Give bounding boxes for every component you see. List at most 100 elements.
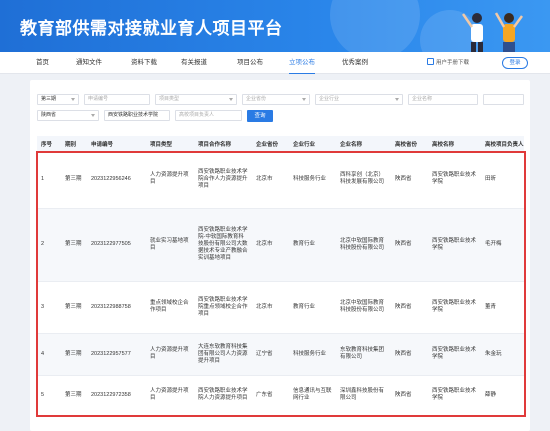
cell-enterprise-name: 东软教育科技集团有限公司 [336, 333, 391, 376]
project-type-placeholder: 项目类型 [159, 96, 180, 102]
table-row[interactable]: 5 第三期 2023122972358 人力资源提升项目 西安铁路职业技术学院人… [37, 375, 524, 416]
search-button[interactable]: 查询 [247, 110, 273, 122]
table-header-row: 序号 期别 申请编号 项目类型 项目合作名称 企业省份 企业行业 企业名称 高校… [37, 136, 524, 151]
application-no-placeholder: 申请编号 [88, 96, 109, 102]
col-header-university-leader: 高校项目负责人 [481, 136, 524, 151]
cell-period: 第三期 [61, 208, 87, 282]
cell-university-name: 西安铁路职业技术学院 [428, 333, 481, 376]
cell-university-leader: 董青 [481, 281, 524, 334]
cell-project-type: 就业实习基地项目 [146, 208, 194, 282]
cell-university-name: 西安铁路职业技术学院 [428, 281, 481, 334]
cell-period: 第三期 [61, 375, 87, 416]
chevron-down-icon [229, 98, 233, 101]
cell-project-type: 人力资源提升项目 [146, 151, 194, 209]
col-header-index: 序号 [37, 136, 61, 151]
cell-enterprise-province: 广东省 [252, 375, 289, 416]
period-select[interactable]: 第三期 [37, 94, 79, 105]
cell-university-province: 陕西省 [391, 375, 428, 416]
person-illustration-icon [494, 12, 524, 52]
nav-item-approved-projects[interactable]: 立项公布 [289, 52, 315, 74]
cell-project-name: 大连东软教育科技集团有限公司人力资源提升项目 [194, 333, 252, 376]
table-row[interactable]: 1 第三期 2023122956246 人力资源提升项目 西安铁路职业技术学院合… [37, 151, 524, 209]
header-decoration [330, 0, 420, 52]
cell-university-name: 西安铁路职业技术学院 [428, 375, 481, 416]
cell-index: 1 [37, 151, 61, 209]
enterprise-industry-placeholder: 企业行业 [319, 96, 340, 102]
cell-enterprise-name: 北京中软国际教育科技股份有限公司 [336, 208, 391, 282]
university-leader-input[interactable]: 高校项目负责人 [175, 110, 242, 121]
cell-university-province: 陕西省 [391, 151, 428, 209]
university-province-value: 陕西省 [41, 112, 57, 118]
nav-item-notices[interactable]: 通知文件 [76, 52, 102, 74]
table-row[interactable]: 2 第三期 2023122977505 就业实习基地项目 西安铁路职业技术学院-… [37, 208, 524, 282]
period-value: 第三期 [41, 96, 57, 102]
chevron-down-icon [91, 114, 95, 117]
application-no-input[interactable]: 申请编号 [84, 94, 150, 105]
table-row[interactable]: 3 第三期 2023122988758 重点领域校企合作项目 西安铁路职业技术学… [37, 281, 524, 334]
project-type-select[interactable]: 项目类型 [155, 94, 237, 105]
cell-application-no: 2023122956246 [87, 151, 146, 209]
cell-enterprise-province: 北京市 [252, 208, 289, 282]
cell-enterprise-province: 北京市 [252, 281, 289, 334]
enterprise-province-select[interactable]: 企业省份 [242, 94, 310, 105]
cell-enterprise-industry: 科技服务行业 [289, 151, 336, 209]
table-row[interactable]: 4 第三期 2023122957577 人力资源提升项目 大连东软教育科技集团有… [37, 333, 524, 376]
cell-enterprise-industry: 教育行业 [289, 281, 336, 334]
col-header-enterprise-province: 企业省份 [252, 136, 289, 151]
cell-university-name: 西安铁路职业技术学院 [428, 208, 481, 282]
project-table: 序号 期别 申请编号 项目类型 项目合作名称 企业省份 企业行业 企业名称 高校… [37, 136, 524, 416]
cell-university-name: 西安铁路职业技术学院 [428, 151, 481, 209]
cell-application-no: 2023122977505 [87, 208, 146, 282]
cell-index: 5 [37, 375, 61, 416]
enterprise-name-placeholder: 企业名称 [412, 96, 433, 102]
cell-period: 第三期 [61, 281, 87, 334]
cell-university-leader: 薛静 [481, 375, 524, 416]
main-nav: 首页 通知文件 资料下载 有关报道 项目公布 立项公布 优秀案例 用户手册下载 … [0, 52, 550, 74]
cell-enterprise-province: 北京市 [252, 151, 289, 209]
chevron-down-icon [395, 98, 399, 101]
cell-project-name: 西安铁路职业技术学院-中软国际教育科技股份有限公司大数据技术专业产教融合实训基地… [194, 208, 252, 282]
col-header-application-no: 申请编号 [87, 136, 146, 151]
enterprise-industry-select[interactable]: 企业行业 [315, 94, 403, 105]
cell-enterprise-province: 辽宁省 [252, 333, 289, 376]
col-header-project-type: 项目类型 [146, 136, 194, 151]
cell-project-name: 西安铁路职业技术学院合作人力资源提升项目 [194, 151, 252, 209]
university-name-value: 西安铁路职业技术学院 [108, 112, 159, 118]
cell-index: 3 [37, 281, 61, 334]
cell-application-no: 2023122957577 [87, 333, 146, 376]
cell-enterprise-name: 深圳鑫科技股份有限公司 [336, 375, 391, 416]
site-header: 教育部供需对接就业育人项目平台 [0, 0, 550, 52]
blank-field[interactable] [483, 94, 524, 105]
cell-enterprise-industry: 教育行业 [289, 208, 336, 282]
nav-item-home[interactable]: 首页 [36, 52, 49, 74]
col-header-project-name: 项目合作名称 [194, 136, 252, 151]
cell-university-leader: 田昕 [481, 151, 524, 209]
person-illustration-icon [462, 13, 483, 52]
nav-item-downloads[interactable]: 资料下载 [131, 52, 157, 74]
cell-project-name: 西安铁路职业技术学院人力资源提升项目 [194, 375, 252, 416]
cell-enterprise-name: 西科享创（北京）科技发展有限公司 [336, 151, 391, 209]
university-leader-placeholder: 高校项目负责人 [179, 112, 215, 118]
enterprise-name-input[interactable]: 企业名称 [408, 94, 478, 105]
col-header-university-province: 高校省份 [391, 136, 428, 151]
col-header-university-name: 高校名称 [428, 136, 481, 151]
enterprise-province-placeholder: 企业省份 [246, 96, 267, 102]
cell-university-leader: 朱金玩 [481, 333, 524, 376]
university-province-select[interactable]: 陕西省 [37, 110, 99, 121]
cell-application-no: 2023122988758 [87, 281, 146, 334]
manual-download-link[interactable]: 用户手册下载 [427, 58, 469, 68]
nav-item-excellent-cases[interactable]: 优秀案例 [342, 52, 368, 74]
cell-enterprise-industry: 信息通讯与互联网行业 [289, 375, 336, 416]
cell-project-type: 人力资源提升项目 [146, 375, 194, 416]
nav-item-reports[interactable]: 有关报道 [181, 52, 207, 74]
cell-project-type: 重点领域校企合作项目 [146, 281, 194, 334]
login-button[interactable]: 登录 [502, 57, 528, 69]
chevron-down-icon [71, 98, 75, 101]
cell-university-leader: 毛开梅 [481, 208, 524, 282]
cell-project-name: 西安铁路职业技术学院重点领域校企合作项目 [194, 281, 252, 334]
nav-item-project-announce[interactable]: 项目公布 [237, 52, 263, 74]
cell-enterprise-industry: 科技服务行业 [289, 333, 336, 376]
cell-university-province: 陕西省 [391, 281, 428, 334]
cell-university-province: 陕西省 [391, 333, 428, 376]
university-name-input[interactable]: 西安铁路职业技术学院 [104, 110, 170, 121]
